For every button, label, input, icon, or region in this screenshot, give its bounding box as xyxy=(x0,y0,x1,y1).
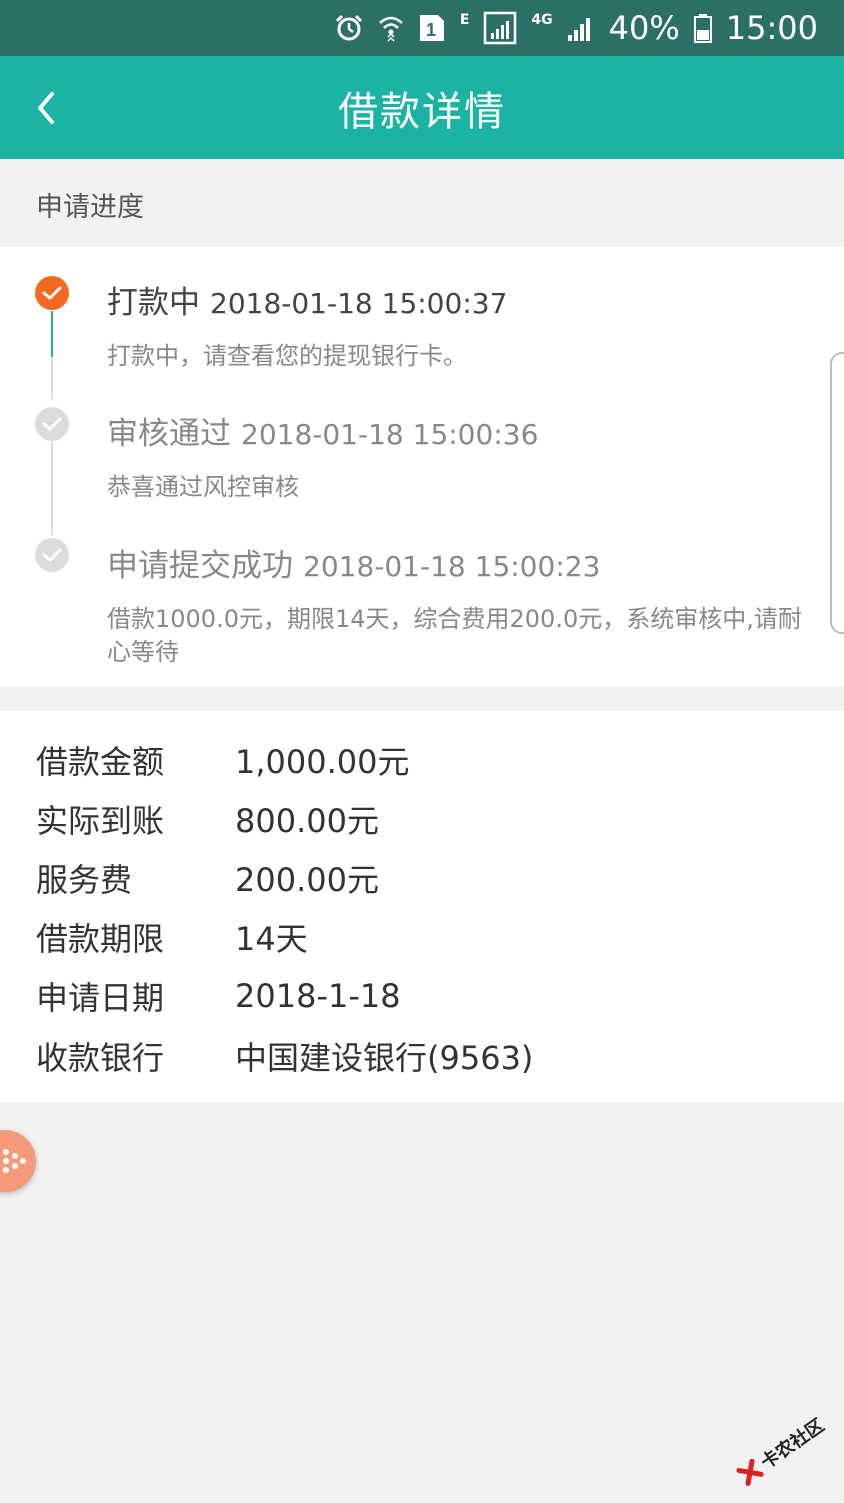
step-title: 申请提交成功 xyxy=(107,548,293,584)
timeline-connector xyxy=(51,357,53,399)
status-icons: 1 E 4G 40% 15:00 xyxy=(334,0,818,56)
detail-label: 借款期限 xyxy=(36,920,165,958)
timeline-step: 申请提交成功 2018-01-18 15:00:23 借款1000.0元，期限14… xyxy=(107,540,814,669)
dots-grid-icon xyxy=(3,1149,26,1173)
detail-value: 中国建设银行(9563) xyxy=(235,1039,534,1077)
loan-details: 借款金额 1,000.00元 实际到账 800.00元 服务费 200.00元 … xyxy=(0,711,844,1102)
detail-row-loan-amount: 借款金额 1,000.00元 xyxy=(36,735,410,785)
sim-number: 1 xyxy=(426,20,436,40)
step-description: 借款1000.0元，期限14天，综合费用200.0元，系统审核中,请耐心等待 xyxy=(107,605,802,666)
detail-label: 实际到账 xyxy=(36,802,165,840)
nav-bar: 借款详情 xyxy=(0,56,844,159)
wifi-icon xyxy=(378,13,404,43)
detail-label: 借款金额 xyxy=(36,743,165,781)
detail-value: 2018-1-18 xyxy=(235,977,401,1015)
step-heading: 审核通过 2018-01-18 15:00:36 xyxy=(107,408,814,453)
status-bar: 1 E 4G 40% 15:00 xyxy=(0,0,844,56)
timeline-step: 审核通过 2018-01-18 15:00:36 恭喜通过风控审核 xyxy=(107,408,814,504)
step-time: 2018-01-18 15:00:36 xyxy=(241,418,539,451)
signal-strength-icon xyxy=(567,13,595,43)
step-description: 打款中，请查看您的提现银行卡。 xyxy=(107,342,467,370)
step-done-check-icon xyxy=(35,538,69,572)
detail-row-apply-date: 申请日期 2018-1-18 xyxy=(36,971,401,1021)
battery-percent: 40% xyxy=(608,9,680,47)
progress-section-header: 申请进度 xyxy=(0,159,844,247)
alarm-icon xyxy=(334,13,364,43)
detail-value: 1,000.00元 xyxy=(235,743,410,781)
detail-row-actual-received: 实际到账 800.00元 xyxy=(36,794,379,844)
watermark: 卡农社区 xyxy=(724,1397,840,1503)
step-active-check-icon xyxy=(35,276,69,310)
progress-timeline: 打款中 2018-01-18 15:00:37 打款中，请查看您的提现银行卡。 审… xyxy=(0,247,844,687)
floating-assistive-button[interactable] xyxy=(0,1130,36,1192)
edge-panel-handle[interactable] xyxy=(830,352,844,634)
detail-value: 800.00元 xyxy=(235,802,379,840)
status-time: 15:00 xyxy=(725,9,818,47)
detail-value: 200.00元 xyxy=(235,861,379,899)
chevron-left-icon xyxy=(38,92,54,124)
progress-section-title: 申请进度 xyxy=(36,192,144,223)
watermark-text: 卡农社区 xyxy=(757,1415,829,1474)
detail-label: 收款银行 xyxy=(36,1039,165,1077)
sim-card-icon: 1 xyxy=(418,13,446,43)
timeline-connector-active xyxy=(51,311,53,357)
detail-row-service-fee: 服务费 200.00元 xyxy=(36,853,379,903)
signal-box-icon xyxy=(483,11,517,45)
battery-icon xyxy=(693,13,712,43)
step-heading: 打款中 2018-01-18 15:00:37 xyxy=(107,277,814,322)
detail-label: 服务费 xyxy=(36,861,133,899)
step-title: 打款中 xyxy=(107,285,200,321)
timeline-connector xyxy=(51,441,53,535)
step-heading: 申请提交成功 2018-01-18 15:00:23 xyxy=(107,540,814,585)
detail-label: 申请日期 xyxy=(36,979,165,1017)
timeline-step: 打款中 2018-01-18 15:00:37 打款中，请查看您的提现银行卡。 xyxy=(107,277,814,373)
network-4g-label: 4G xyxy=(531,12,553,28)
detail-value: 14天 xyxy=(235,920,308,958)
page-title: 借款详情 xyxy=(338,88,506,135)
step-description: 恭喜通过风控审核 xyxy=(107,473,299,501)
step-done-check-icon xyxy=(35,407,69,441)
detail-row-loan-term: 借款期限 14天 xyxy=(36,912,308,962)
step-time: 2018-01-18 15:00:23 xyxy=(303,550,601,583)
back-button[interactable] xyxy=(26,84,66,132)
step-time: 2018-01-18 15:00:37 xyxy=(210,287,508,320)
detail-row-receiving-bank: 收款银行 中国建设银行(9563) xyxy=(36,1031,533,1081)
network-e-label: E xyxy=(459,12,470,28)
step-title: 审核通过 xyxy=(107,416,231,452)
